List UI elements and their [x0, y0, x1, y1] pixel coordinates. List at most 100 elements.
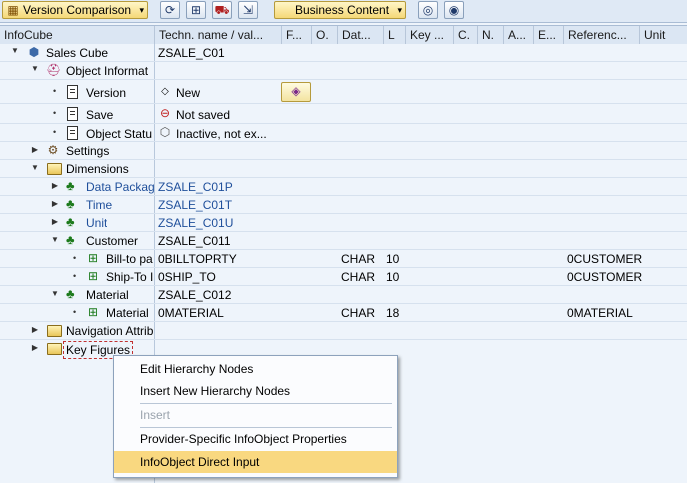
leaf-bullet: •	[53, 108, 57, 118]
sales-cube-tech: ZSALE_C01	[158, 46, 225, 60]
expand-icon[interactable]: ▶	[50, 199, 60, 208]
collapse-icon[interactable]: ▼	[30, 163, 40, 172]
binoculars-icon[interactable]: ◎	[418, 1, 438, 19]
inactive-icon: ⬡	[159, 125, 171, 139]
collapse-icon[interactable]: ▼	[50, 289, 60, 298]
tree-row-sales-cube[interactable]: ▼ ⬢ Sales Cube ZSALE_C01	[0, 44, 687, 62]
col-c[interactable]: C.	[454, 26, 478, 44]
col-key[interactable]: Key ...	[406, 26, 454, 44]
collapse-icon[interactable]: ▼	[10, 46, 20, 55]
dimension-icon: ♣	[66, 214, 75, 229]
col-techn-name[interactable]: Techn. name / val...	[155, 26, 282, 44]
diamond-icon: ◇	[161, 86, 169, 97]
col-e[interactable]: E...	[534, 26, 564, 44]
customer-tech: ZSALE_C011	[158, 234, 231, 248]
ship-to-tech: 0SHIP_TO	[158, 270, 216, 284]
navigation-attributes-label: Navigation Attrib	[66, 324, 154, 338]
material-tech: 0MATERIAL	[158, 306, 224, 320]
col-unit[interactable]: Unit	[640, 26, 687, 44]
material-length: 18	[386, 306, 400, 320]
characteristic-icon: ⊞	[87, 305, 99, 319]
tree-row-save[interactable]: • Save ⊖ Not saved	[0, 104, 687, 124]
bill-to-label: Bill-to pa	[106, 252, 153, 266]
bill-to-reference: 0CUSTOMER	[567, 252, 643, 266]
leaf-bullet: •	[73, 253, 77, 263]
expand-icon[interactable]: ▶	[50, 181, 60, 190]
leaf-bullet: •	[53, 127, 57, 137]
menu-item-infoobject-direct-input[interactable]: InfoObject Direct Input	[114, 451, 397, 473]
cube-icon: ⬢	[28, 45, 40, 59]
material-dimension-label: Material	[86, 288, 129, 302]
data-package-tech: ZSALE_C01P	[158, 180, 233, 194]
tree-row-unit[interactable]: ▶ ♣ Unit ZSALE_C01U	[0, 214, 687, 232]
ship-to-label: Ship-To I	[106, 270, 154, 284]
document-icon	[67, 107, 78, 121]
data-package-label: Data Packag	[86, 180, 154, 194]
unit-tech: ZSALE_C01U	[158, 216, 234, 230]
menu-item-edit-hierarchy-nodes[interactable]: Edit Hierarchy Nodes	[114, 358, 397, 380]
transport-icon[interactable]: ⛟	[212, 1, 232, 19]
leaf-bullet: •	[73, 271, 77, 281]
material-label: Material	[106, 306, 149, 320]
version-comparison-label: Version Comparison	[23, 3, 132, 17]
material-datatype: CHAR	[341, 306, 376, 320]
collapse-icon[interactable]: ▼	[50, 235, 60, 244]
material-reference: 0MATERIAL	[567, 306, 633, 320]
tree-row-data-package[interactable]: ▶ ♣ Data Packag ZSALE_C01P	[0, 178, 687, 196]
export-icon[interactable]: ⇲	[238, 1, 258, 19]
menu-item-insert-new-hierarchy-nodes[interactable]: Insert New Hierarchy Nodes	[114, 380, 397, 402]
tree-row-bill-to[interactable]: • ⊞ Bill-to pa 0BILLTOPRTY CHAR 10 0CUST…	[0, 250, 687, 268]
tree-row-dimensions[interactable]: ▼ Dimensions	[0, 160, 687, 178]
binoculars-next-icon[interactable]: ◉	[444, 1, 464, 19]
col-length[interactable]: L	[384, 26, 406, 44]
tree-row-object-information[interactable]: ▼ ⛑ Object Informat	[0, 62, 687, 80]
document-icon	[67, 85, 78, 99]
version-action-icon[interactable]: ◈	[281, 82, 311, 102]
tree-row-customer[interactable]: ▼ ♣ Customer ZSALE_C011	[0, 232, 687, 250]
tree-row-material[interactable]: • ⊞ Material 0MATERIAL CHAR 18 0MATERIAL	[0, 304, 687, 322]
save-value: Not saved	[176, 108, 231, 122]
folder-icon	[47, 163, 62, 175]
context-menu: Edit Hierarchy Nodes Insert New Hierarch…	[113, 355, 398, 478]
tree-row-navigation-attributes[interactable]: ▶ Navigation Attrib	[0, 322, 687, 340]
col-f[interactable]: F...	[282, 26, 312, 44]
refresh-icon[interactable]: ⟳	[160, 1, 180, 19]
version-label: Version	[86, 86, 127, 100]
bill-to-datatype: CHAR	[341, 252, 376, 266]
time-label: Time	[86, 198, 113, 212]
col-n[interactable]: N.	[478, 26, 504, 44]
leaf-bullet: •	[73, 307, 77, 317]
col-infocube[interactable]: InfoCube	[0, 26, 155, 44]
unit-label: Unit	[86, 216, 108, 230]
customer-label: Customer	[86, 234, 139, 248]
tree-row-material-dimension[interactable]: ▼ ♣ Material ZSALE_C012	[0, 286, 687, 304]
version-value: New	[176, 86, 201, 100]
expand-icon[interactable]: ▶	[50, 217, 60, 226]
expand-icon[interactable]: ▶	[30, 325, 40, 334]
business-content-button[interactable]: Business Content ▾	[274, 1, 406, 19]
characteristic-icon: ⊞	[87, 251, 99, 265]
dropdown-arrow-icon: ▾	[139, 5, 144, 15]
tree-row-time[interactable]: ▶ ♣ Time ZSALE_C01T	[0, 196, 687, 214]
expand-icon[interactable]: ▶	[30, 343, 40, 352]
tree-row-version[interactable]: • Version ◇ New ◈	[0, 80, 687, 104]
settings-label: Settings	[66, 144, 110, 158]
bill-to-length: 10	[386, 252, 400, 266]
hierarchy-icon[interactable]: ⊞	[186, 1, 206, 19]
tree-row-settings[interactable]: ▶ ⚙ Settings	[0, 142, 687, 160]
col-o[interactable]: O.	[312, 26, 338, 44]
tree-row-ship-to[interactable]: • ⊞ Ship-To I 0SHIP_TO CHAR 10 0CUSTOMER	[0, 268, 687, 286]
characteristic-icon: ⊞	[87, 269, 99, 283]
expand-icon[interactable]: ▶	[30, 145, 40, 154]
version-comparison-button[interactable]: ▦ Version Comparison ▾	[2, 1, 148, 19]
ship-to-reference: 0CUSTOMER	[567, 270, 643, 284]
col-reference[interactable]: Referenc...	[564, 26, 640, 44]
col-a[interactable]: A...	[504, 26, 534, 44]
time-tech: ZSALE_C01T	[158, 198, 233, 212]
save-label: Save	[86, 108, 114, 122]
col-datatype[interactable]: Dat...	[338, 26, 384, 44]
menu-item-provider-specific-properties[interactable]: Provider-Specific InfoObject Properties	[114, 428, 397, 450]
collapse-icon[interactable]: ▼	[30, 64, 40, 73]
column-header: InfoCube Techn. name / val... F... O. Da…	[0, 25, 687, 45]
tree-row-object-status[interactable]: • Object Statu ⬡ Inactive, not ex...	[0, 124, 687, 142]
